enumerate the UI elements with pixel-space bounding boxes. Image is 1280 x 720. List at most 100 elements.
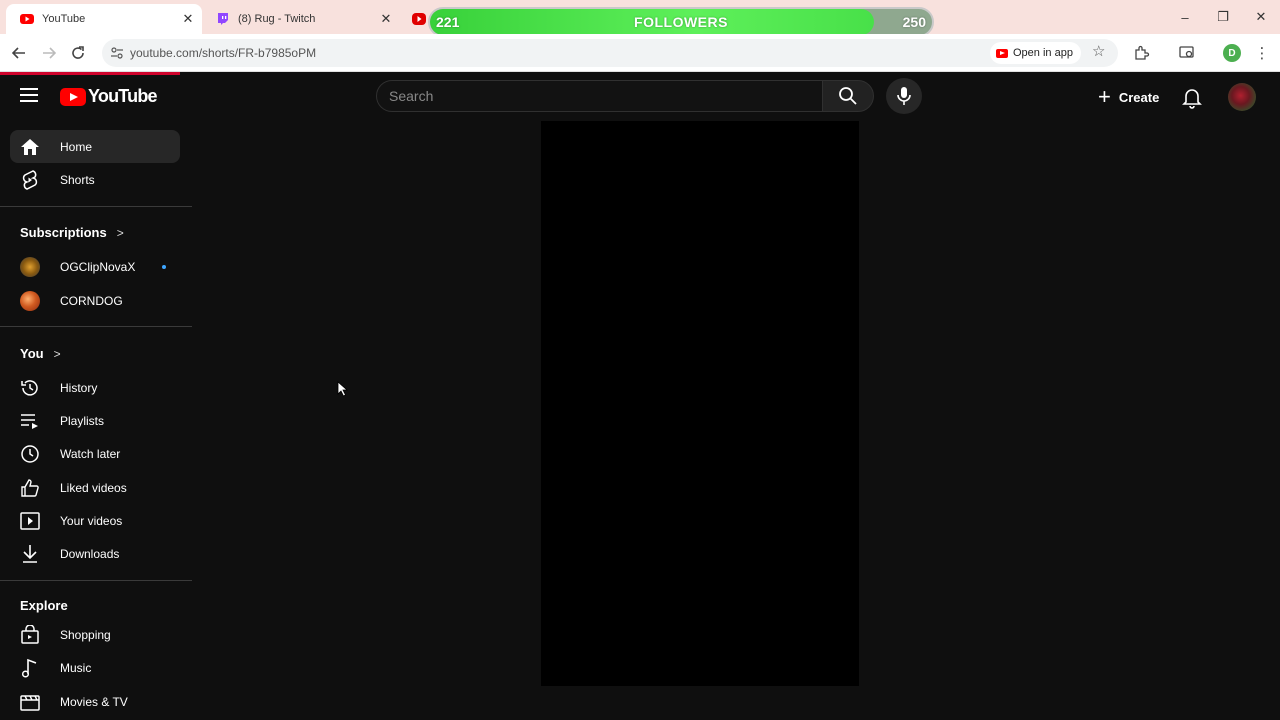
close-window-icon[interactable]: ✕: [1242, 0, 1280, 34]
sidebar-item-music[interactable]: Music: [10, 651, 180, 684]
sidebar-item-liked-videos[interactable]: Liked videos: [10, 471, 180, 504]
sidebar-item-label: History: [60, 380, 98, 395]
subscriptions-title: Subscriptions: [20, 225, 107, 240]
you-title: You: [20, 346, 44, 361]
channel-avatar-icon: [20, 290, 40, 311]
address-bar[interactable]: youtube.com/shorts/FR-b7985oPM Open in a…: [102, 39, 1118, 67]
create-button[interactable]: + Create: [1090, 79, 1171, 115]
sidebar-divider: [0, 580, 192, 581]
youtube-logo-icon: [60, 87, 86, 106]
search-input[interactable]: [377, 81, 822, 111]
youtube-favicon-icon: [412, 12, 426, 26]
sidebar-item-your-videos[interactable]: Your videos: [10, 504, 180, 537]
voice-search-button[interactable]: [886, 78, 922, 114]
tab-youtube-2[interactable]: [400, 4, 430, 34]
tab-label: (8) Rug - Twitch: [238, 13, 316, 25]
search-button[interactable]: [822, 80, 874, 112]
mouse-cursor-icon: [337, 381, 349, 397]
sidebar-item-label: Shopping: [60, 627, 111, 642]
tab-label: YouTube: [42, 13, 86, 25]
create-label: Create: [1118, 89, 1160, 105]
shorts-video-player[interactable]: [541, 121, 859, 686]
browser-menu-icon[interactable]: ⋮: [1249, 40, 1275, 66]
site-info-icon[interactable]: [110, 46, 124, 60]
youtube-header: YouTube + Create: [0, 75, 1280, 119]
close-tab-icon[interactable]: ✕: [178, 11, 198, 27]
history-icon: [20, 378, 40, 398]
watch-later-icon: [20, 444, 40, 464]
sidebar-item-label: OGClipNovaX: [60, 259, 136, 274]
sidebar-item-playlists[interactable]: Playlists: [10, 404, 180, 437]
notifications-bell-icon[interactable]: [1180, 85, 1204, 109]
sidebar: Home Shorts Subscriptions > OGClipNovaX …: [0, 119, 192, 720]
forward-arrow-icon[interactable]: [36, 40, 62, 66]
sidebar-item-label: Your videos: [60, 513, 123, 528]
subscriptions-heading[interactable]: Subscriptions >: [20, 225, 124, 240]
your-videos-icon: [20, 511, 40, 531]
sidebar-item-history[interactable]: History: [10, 371, 180, 404]
you-heading[interactable]: You >: [20, 346, 61, 361]
url-text[interactable]: youtube.com/shorts/FR-b7985oPM: [130, 39, 316, 67]
tab-youtube[interactable]: YouTube ✕: [6, 4, 202, 34]
cast-search-icon[interactable]: [1174, 40, 1200, 66]
sidebar-item-label: Music: [60, 660, 92, 675]
sidebar-divider: [0, 206, 192, 207]
browser-toolbar: youtube.com/shorts/FR-b7985oPM Open in a…: [0, 34, 1280, 72]
plus-icon: +: [1098, 84, 1111, 109]
new-content-indicator: [162, 265, 166, 269]
youtube-favicon-icon: [20, 12, 34, 26]
channel-avatar-icon: [20, 256, 40, 277]
youtube-logo-text: YouTube: [88, 86, 158, 106]
search-box[interactable]: [376, 80, 823, 112]
restore-window-icon[interactable]: ❐: [1204, 0, 1242, 34]
close-tab-icon[interactable]: ✕: [376, 11, 396, 27]
shorts-icon: [20, 169, 40, 190]
music-icon: [20, 658, 40, 678]
sidebar-item-label: Watch later: [60, 446, 121, 461]
like-icon: [20, 478, 40, 498]
chevron-right-icon: >: [53, 346, 61, 361]
tab-twitch[interactable]: (8) Rug - Twitch ✕: [202, 4, 400, 34]
menu-icon[interactable]: [20, 88, 38, 102]
youtube-app-icon: [996, 48, 1008, 58]
sidebar-item-corndog[interactable]: CORNDOG: [10, 284, 180, 317]
back-arrow-icon[interactable]: [6, 40, 32, 66]
search-icon: [839, 87, 857, 105]
movies-icon: [20, 692, 40, 712]
bookmark-star-icon[interactable]: ☆: [1092, 42, 1105, 60]
follower-goal-target: 250: [902, 14, 926, 30]
browser-profile-avatar[interactable]: D: [1223, 44, 1241, 62]
download-icon: [20, 544, 40, 564]
sidebar-item-home[interactable]: Home: [10, 130, 180, 163]
sidebar-item-label: Shorts: [60, 172, 95, 187]
microphone-icon: [897, 87, 911, 105]
reload-icon[interactable]: [65, 40, 91, 66]
youtube-logo[interactable]: YouTube: [60, 86, 158, 107]
open-in-app-button[interactable]: Open in app: [990, 42, 1081, 64]
sidebar-item-label: Movies & TV: [60, 694, 128, 709]
sidebar-item-movies-tv[interactable]: Movies & TV: [10, 685, 180, 718]
sidebar-item-watch-later[interactable]: Watch later: [10, 437, 180, 470]
sidebar-item-label: Downloads: [60, 546, 120, 561]
sidebar-item-label: Home: [60, 139, 93, 154]
playlists-icon: [20, 411, 40, 431]
follower-goal-label: FOLLOWERS: [634, 14, 728, 30]
chevron-right-icon: >: [116, 225, 124, 240]
open-in-app-label: Open in app: [1013, 47, 1073, 59]
sidebar-item-label: Playlists: [60, 413, 105, 428]
extensions-icon[interactable]: [1129, 40, 1155, 66]
twitch-favicon-icon: [216, 12, 230, 26]
sidebar-item-downloads[interactable]: Downloads: [10, 537, 180, 570]
sidebar-item-ogclipnovax[interactable]: OGClipNovaX: [10, 250, 180, 283]
sidebar-item-shorts[interactable]: Shorts: [10, 163, 180, 196]
sidebar-item-label: Liked videos: [60, 480, 127, 495]
home-icon: [20, 137, 40, 157]
minimize-window-icon[interactable]: –: [1166, 0, 1204, 34]
shopping-icon: [20, 624, 40, 645]
user-avatar[interactable]: [1228, 83, 1256, 111]
sidebar-divider: [0, 326, 192, 327]
explore-title: Explore: [20, 598, 68, 613]
sidebar-item-label: CORNDOG: [60, 293, 123, 308]
sidebar-item-shopping[interactable]: Shopping: [10, 618, 180, 651]
follower-goal-overlay: 221 FOLLOWERS 250: [428, 7, 934, 37]
